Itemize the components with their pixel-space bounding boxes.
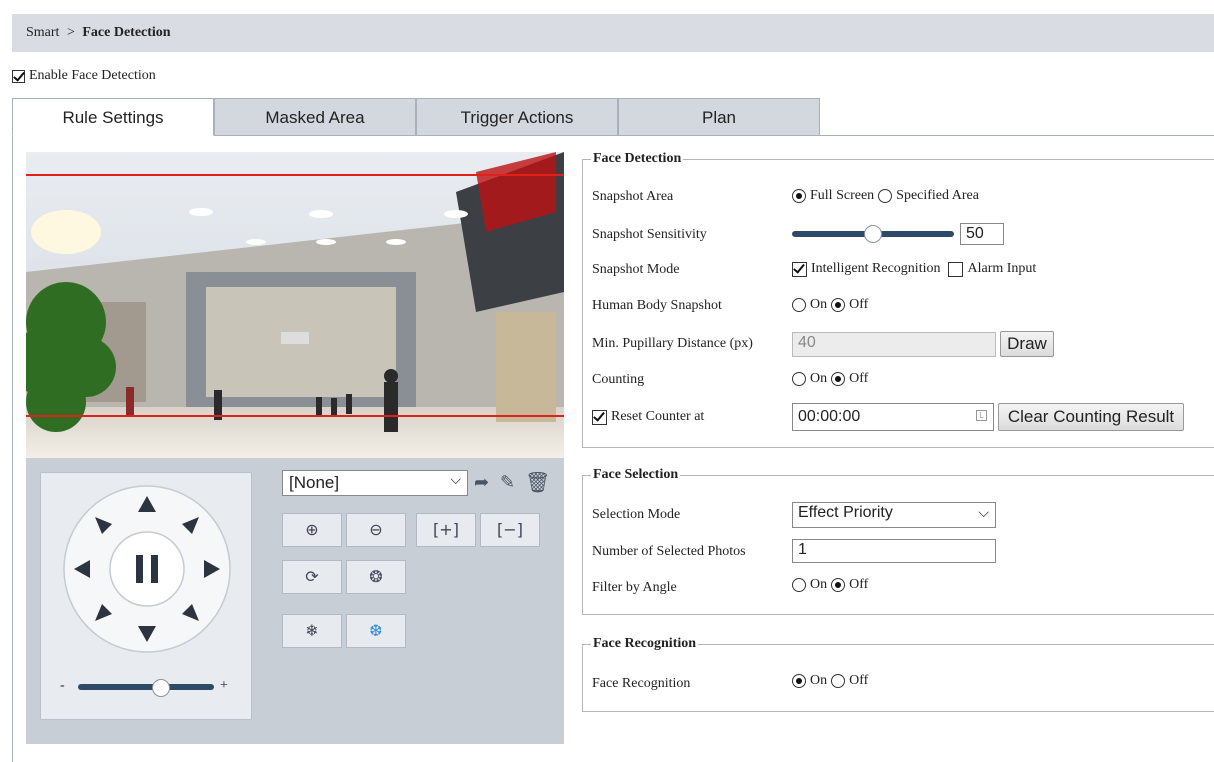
iris-open-icon[interactable]: ⟳ bbox=[282, 560, 342, 594]
wiper-icon[interactable]: ❄ bbox=[282, 614, 342, 648]
ptz-direction-pad[interactable] bbox=[62, 484, 232, 654]
human-body-off-label: Off bbox=[849, 297, 869, 312]
tab-plan[interactable]: Plan bbox=[618, 98, 820, 136]
counting-label: Counting bbox=[592, 372, 645, 387]
selection-mode-value: Effect Priority bbox=[798, 504, 893, 521]
enable-label: Enable Face Detection bbox=[29, 68, 156, 83]
reset-counter-checkbox[interactable] bbox=[592, 409, 607, 425]
snapshot-area-specified-radio[interactable] bbox=[878, 189, 893, 203]
counting-on-label: On bbox=[810, 371, 828, 386]
face-recognition-title: Face Recognition bbox=[591, 636, 699, 652]
number-selected-input[interactable]: 1 bbox=[792, 539, 996, 563]
counting-options: On Off bbox=[792, 371, 868, 387]
enable-checkbox[interactable] bbox=[12, 69, 25, 83]
face-recognition-options: On Off bbox=[792, 673, 868, 689]
iris-close-icon[interactable]: ❂ bbox=[346, 560, 406, 594]
breadcrumb: Smart > Face Detection bbox=[12, 14, 1214, 52]
filter-angle-options: On Off bbox=[792, 577, 868, 593]
zoom-out-icon[interactable]: ⊖ bbox=[346, 513, 406, 547]
counting-off-radio[interactable] bbox=[831, 372, 846, 386]
zoom-min-label: - bbox=[60, 678, 65, 693]
filter-angle-label: Filter by Angle bbox=[592, 580, 677, 595]
edit-preset-icon[interactable]: ✎ bbox=[500, 472, 515, 493]
clock-icon[interactable]: L bbox=[976, 410, 987, 421]
snapshot-area-options: Full Screen Specified Area bbox=[792, 188, 979, 204]
min-pupillary-label: Min. Pupillary Distance (px) bbox=[592, 336, 753, 351]
reset-counter-time-value: 00:00:00 bbox=[798, 408, 861, 425]
preset-select[interactable]: [None] ⌵ bbox=[282, 470, 468, 496]
filter-angle-on-label: On bbox=[810, 577, 828, 592]
reset-counter-label: Reset Counter at bbox=[611, 409, 705, 424]
mall-scene-image bbox=[26, 152, 564, 458]
human-body-on-label: On bbox=[810, 297, 828, 312]
reset-counter-row: Reset Counter at bbox=[592, 409, 704, 425]
face-recognition-on-label: On bbox=[810, 673, 828, 688]
face-recognition-off-label: Off bbox=[849, 673, 869, 688]
counting-off-label: Off bbox=[849, 371, 869, 386]
intelligent-recognition-checkbox[interactable] bbox=[792, 261, 807, 277]
human-body-off-radio[interactable] bbox=[831, 298, 846, 312]
breadcrumb-current: Face Detection bbox=[82, 25, 171, 40]
enable-face-detection[interactable]: Enable Face Detection bbox=[12, 68, 156, 84]
selection-mode-select[interactable]: Effect Priority ⌵ bbox=[792, 502, 996, 528]
delete-preset-icon[interactable]: 🗑 bbox=[525, 470, 550, 494]
face-recognition-on-radio[interactable] bbox=[792, 674, 806, 688]
filter-angle-off-radio[interactable] bbox=[831, 578, 846, 592]
filter-angle-off-label: Off bbox=[849, 577, 869, 592]
alarm-input-checkbox[interactable] bbox=[948, 261, 964, 277]
preset-select-value: [None] bbox=[289, 473, 340, 492]
face-selection-title: Face Selection bbox=[591, 467, 681, 483]
snapshot-mode-label: Snapshot Mode bbox=[592, 262, 680, 277]
video-preview[interactable] bbox=[26, 152, 564, 458]
human-body-snapshot-label: Human Body Snapshot bbox=[592, 298, 722, 313]
counting-on-radio[interactable] bbox=[792, 372, 806, 386]
snapshot-sensitivity-label: Snapshot Sensitivity bbox=[592, 227, 707, 242]
ptz-speed-slider[interactable] bbox=[78, 684, 214, 690]
snapshot-area-label: Snapshot Area bbox=[592, 189, 674, 204]
face-detection-title: Face Detection bbox=[591, 151, 684, 167]
light-icon[interactable]: ❆ bbox=[346, 614, 406, 648]
tab-trigger-actions[interactable]: Trigger Actions bbox=[416, 98, 618, 136]
snapshot-sensitivity-input[interactable]: 50 bbox=[960, 223, 1004, 245]
snapshot-area-full-label: Full Screen bbox=[810, 188, 875, 203]
zoom-in-icon[interactable]: ⊕ bbox=[282, 513, 342, 547]
reset-counter-time-input[interactable]: 00:00:00 L bbox=[792, 403, 994, 431]
chevron-down-icon: ⌵ bbox=[450, 472, 461, 488]
human-body-snapshot-options: On Off bbox=[792, 297, 868, 313]
ptz-speed-slider-handle[interactable] bbox=[152, 679, 170, 697]
goto-preset-icon[interactable]: ➦ bbox=[474, 472, 489, 493]
min-pupillary-input: 40 bbox=[792, 332, 996, 357]
tab-rule-settings[interactable]: Rule Settings bbox=[12, 98, 214, 136]
snapshot-area-full-radio[interactable] bbox=[792, 189, 806, 203]
clear-counting-result-button[interactable]: Clear Counting Result bbox=[998, 403, 1184, 431]
snapshot-sensitivity-handle[interactable] bbox=[864, 225, 882, 243]
chevron-down-icon: ⌵ bbox=[978, 505, 989, 521]
selection-mode-label: Selection Mode bbox=[592, 507, 681, 522]
breadcrumb-root[interactable]: Smart bbox=[26, 25, 59, 40]
snapshot-area-specified-label: Specified Area bbox=[896, 188, 979, 203]
tab-masked-area[interactable]: Masked Area bbox=[214, 98, 416, 136]
intelligent-recognition-label: Intelligent Recognition bbox=[811, 261, 941, 276]
snapshot-mode-options: Intelligent Recognition Alarm Input bbox=[792, 261, 1036, 277]
number-selected-label: Number of Selected Photos bbox=[592, 544, 746, 559]
face-recognition-label: Face Recognition bbox=[592, 676, 691, 691]
alarm-input-label: Alarm Input bbox=[967, 261, 1037, 276]
human-body-on-radio[interactable] bbox=[792, 298, 806, 312]
breadcrumb-separator: > bbox=[66, 25, 75, 40]
focus-far-icon[interactable]: [−] bbox=[480, 513, 540, 547]
filter-angle-on-radio[interactable] bbox=[792, 578, 806, 592]
focus-near-icon[interactable]: [+] bbox=[416, 513, 476, 547]
zoom-max-label: + bbox=[220, 678, 228, 693]
tab-content-border bbox=[12, 98, 13, 762]
face-recognition-off-radio[interactable] bbox=[831, 674, 846, 688]
draw-button[interactable]: Draw bbox=[1000, 331, 1054, 357]
